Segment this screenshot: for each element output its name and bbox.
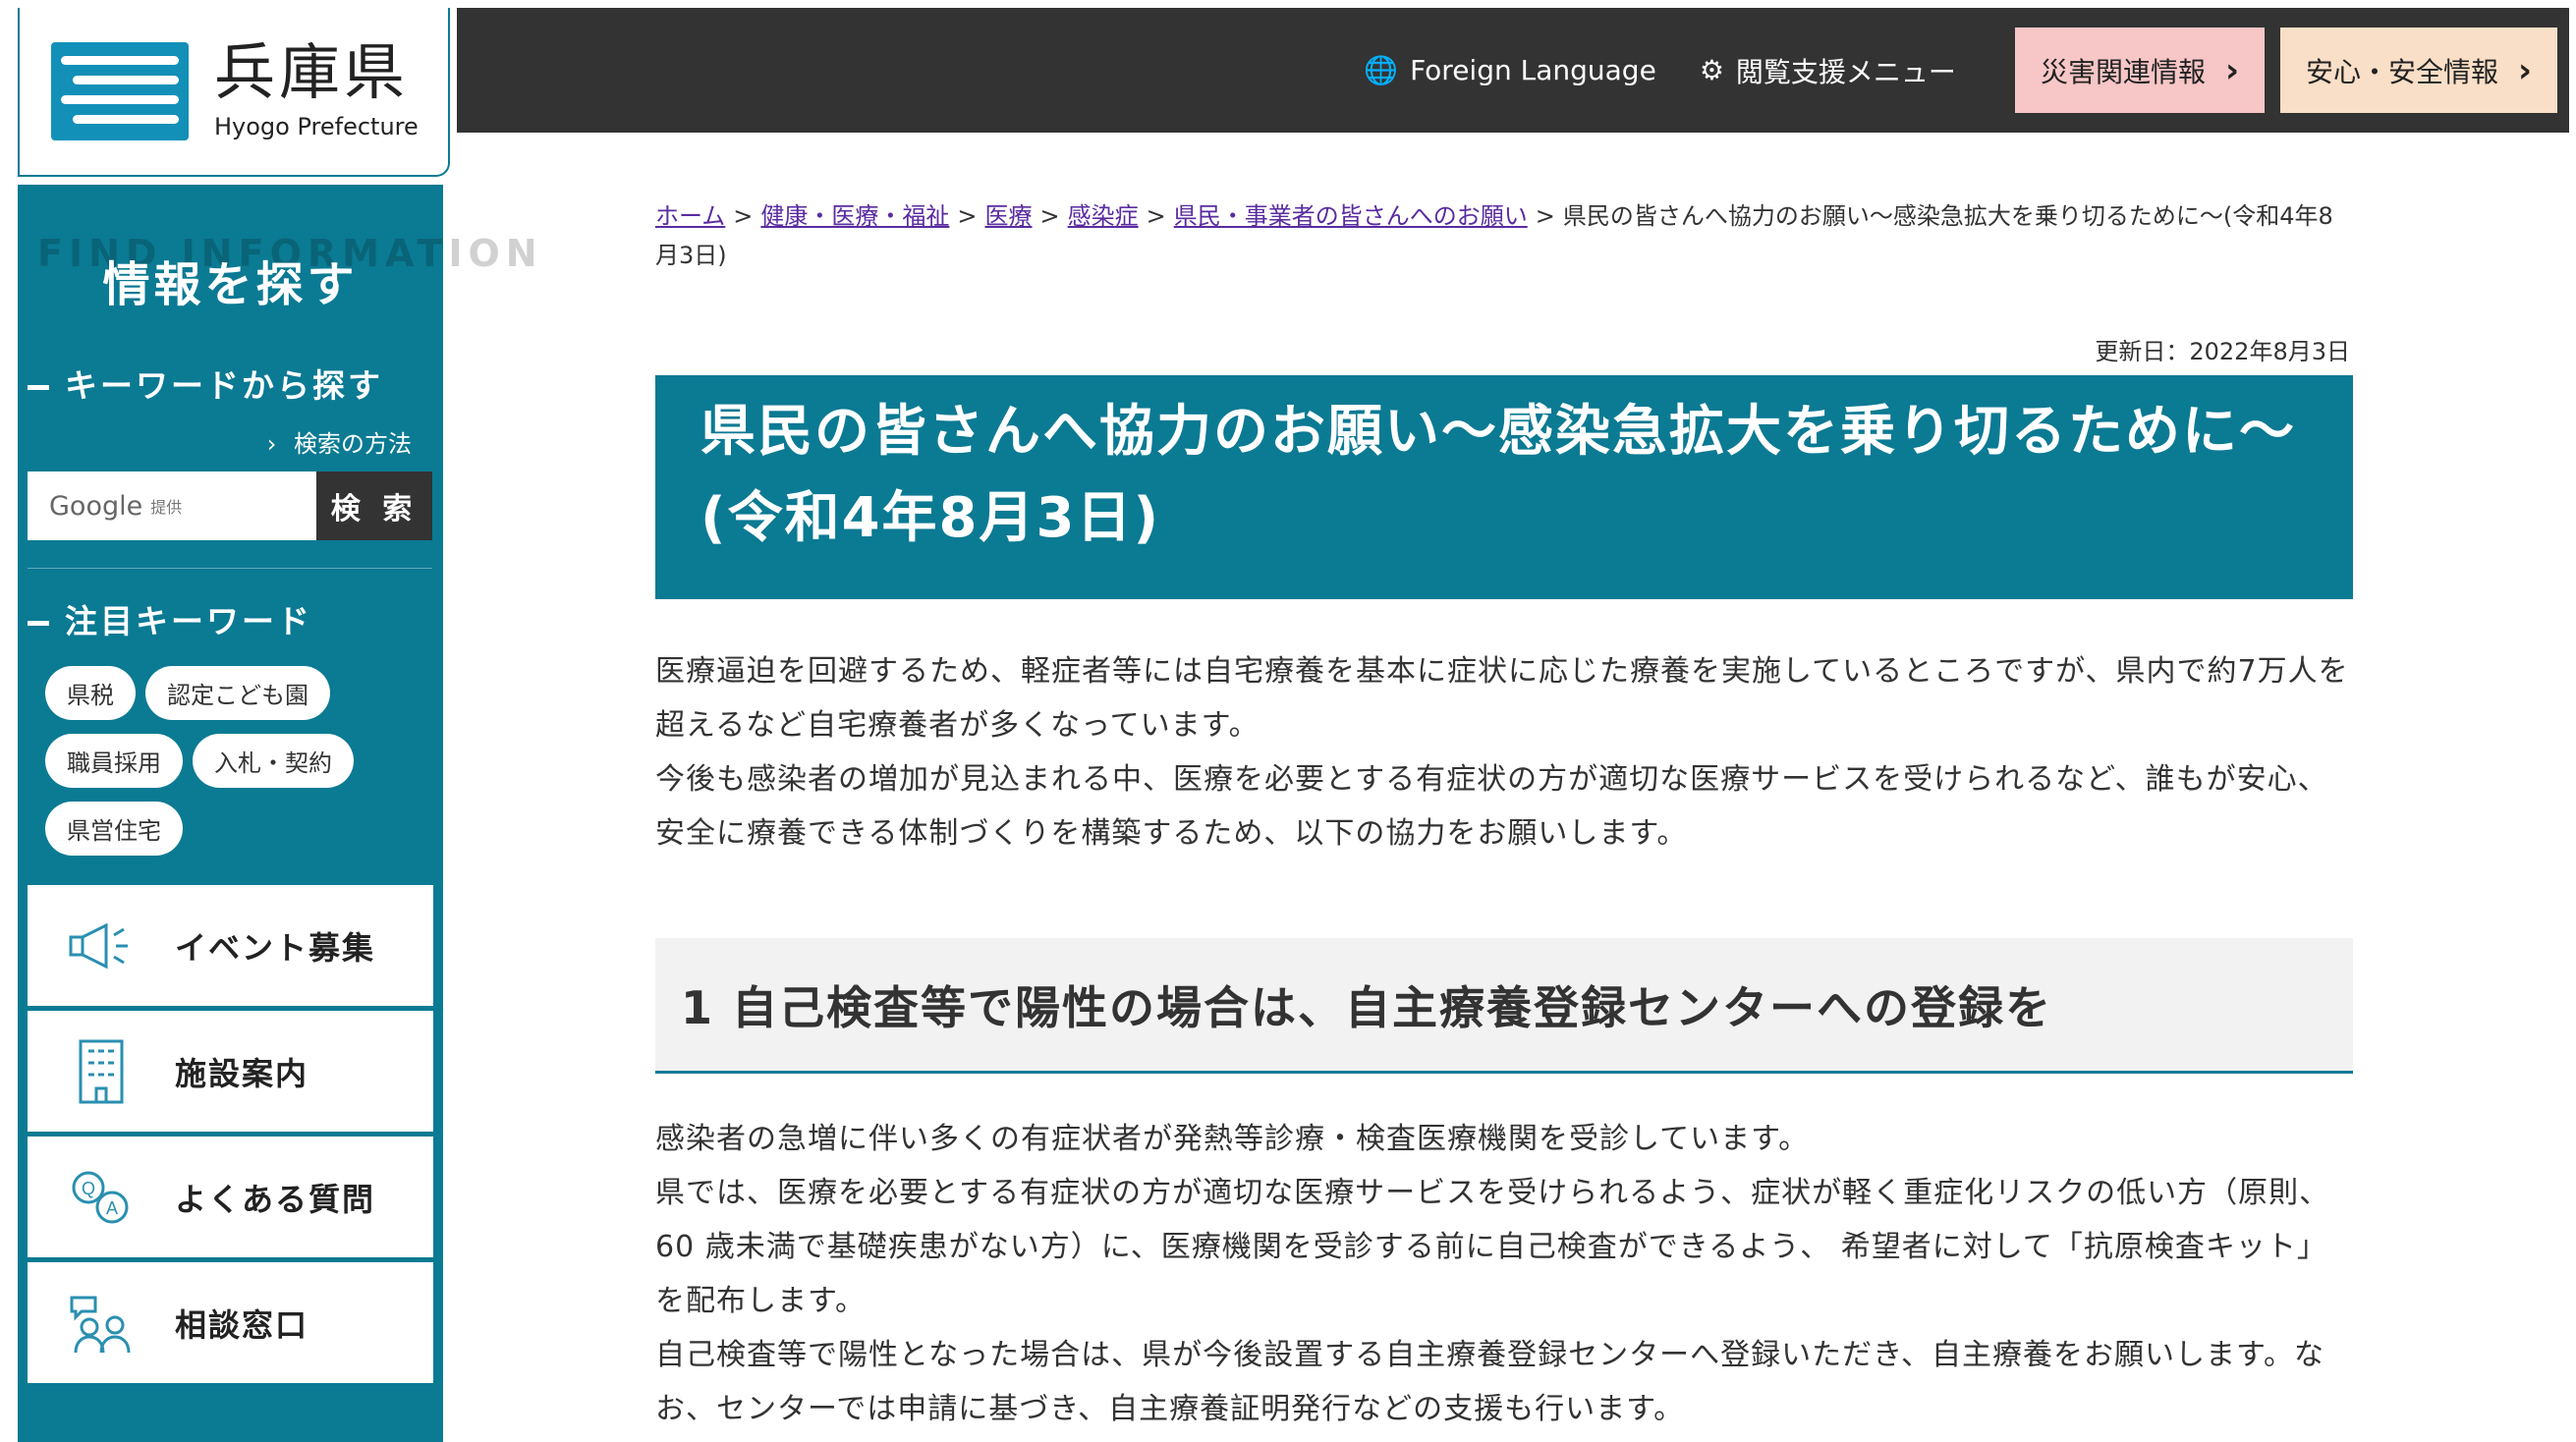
sidebar: FIND INFORMATION 情報を探す キーワードから探す › 検索の方法…: [18, 185, 537, 1442]
assist-menu-label: 閲覧支援メニュー: [1735, 55, 1956, 88]
divider: [28, 568, 432, 569]
foreign-language-label: Foreign Language: [1410, 54, 1656, 86]
menu-facility-guide[interactable]: 施設案内: [28, 1011, 433, 1132]
disaster-info-button[interactable]: 災害関連情報 ›: [2014, 28, 2265, 113]
find-information-title: 情報を探す: [102, 257, 359, 312]
top-bar: 🌐 Foreign Language ⚙ 閲覧支援メニュー 災害関連情報 › 安…: [457, 8, 2569, 133]
menu-label: よくある質問: [175, 1180, 376, 1218]
assist-menu-link[interactable]: ⚙ 閲覧支援メニュー: [1700, 51, 1956, 90]
section1-paragraph-1: 感染者の急増に伴い多くの有症状者が発熱等診療・検査医療機関を受診しています。: [655, 1122, 1810, 1156]
search-howto-link[interactable]: › 検索の方法: [267, 424, 412, 459]
menu-event-recruitment[interactable]: イベント募集: [28, 885, 433, 1006]
globe-icon: 🌐: [1364, 54, 1399, 86]
keyword-tag[interactable]: 入札・契約: [193, 734, 354, 788]
menu-consultation[interactable]: 相談窓口: [28, 1262, 433, 1383]
menu-label: イベント募集: [175, 928, 376, 967]
consultation-icon: [28, 1292, 175, 1355]
featured-keywords-title: 注目キーワード: [28, 595, 312, 642]
breadcrumb: ホーム > 健康・医療・福祉 > 医療 > 感染症 > 県民・事業者の皆さんへのお願い > 県民の皆…: [655, 202, 2333, 269]
foreign-language-link[interactable]: 🌐 Foreign Language: [1364, 54, 1656, 86]
chevron-right-icon: ›: [266, 430, 277, 458]
section1-paragraph-2: 県では、医療を必要とする有症状の方が適切な医療サービスを受けられるよう、症状が軽…: [655, 1176, 2330, 1318]
megaphone-icon: [28, 921, 175, 971]
page-title: 県民の皆さんへ協力のお願い〜感染急拡大を乗り切るために〜(令和4年8月3日): [655, 375, 2353, 599]
section1-paragraph-3: 自己検査等で陽性となった場合は、県が今後設置する自主療養登録センターへ登録いただ…: [655, 1338, 2324, 1426]
breadcrumb-link[interactable]: 感染症: [1068, 202, 1139, 230]
chevron-right-icon: ›: [2224, 50, 2239, 90]
qa-icon: Q A: [28, 1168, 175, 1227]
menu-label: 相談窓口: [175, 1305, 309, 1344]
top-navigation: 🌐 Foreign Language ⚙ 閲覧支援メニュー 災害関連情報 › 安…: [1364, 28, 2557, 113]
logo-text: 兵庫県 Hyogo Prefecture: [214, 36, 419, 141]
breadcrumb-link[interactable]: 医療: [985, 202, 1033, 230]
svg-text:A: A: [106, 1198, 118, 1218]
logo-name-ja: 兵庫県: [214, 36, 410, 108]
search-form: Google 提供 検 索: [28, 471, 432, 540]
menu-faq[interactable]: Q A よくある質問: [28, 1137, 433, 1257]
search-input[interactable]: Google 提供: [28, 471, 316, 540]
search-button[interactable]: 検 索: [316, 471, 432, 540]
breadcrumb-link[interactable]: 健康・医療・福祉: [760, 202, 949, 230]
chevron-right-icon: ›: [2517, 50, 2532, 90]
keyword-search-title: キーワードから探す: [28, 360, 383, 407]
gear-icon: ⚙: [1699, 54, 1724, 86]
svg-text:Q: Q: [82, 1179, 95, 1198]
safety-info-label: 安心・安全情報: [2305, 55, 2498, 88]
menu-label: 施設案内: [175, 1054, 309, 1092]
safety-info-button[interactable]: 安心・安全情報 ›: [2279, 28, 2557, 113]
updated-date: 更新日：2022年8月3日: [2095, 338, 2350, 365]
intro-paragraph-2: 今後も感染者の増加が見込まれる中、医療を必要とする有症状の方が適切な医療サービス…: [655, 762, 2328, 851]
breadcrumb-link[interactable]: 県民・事業者の皆さんへのお願い: [1174, 202, 1528, 230]
breadcrumb-link[interactable]: ホーム: [655, 202, 725, 230]
section-heading-1: 1 自己検査等で陽性の場合は、自主療養登録センターへの登録を: [655, 938, 2353, 1074]
logo-name-en: Hyogo Prefecture: [214, 113, 419, 140]
disaster-info-label: 災害関連情報: [2040, 55, 2206, 88]
prefecture-emblem-icon: [51, 42, 189, 140]
keyword-tag[interactable]: 県税: [45, 666, 136, 720]
site-logo[interactable]: 兵庫県 Hyogo Prefecture: [18, 8, 450, 177]
building-icon: [28, 1037, 175, 1106]
featured-keywords: 県税 認定こども園 職員採用 入札・契約 県営住宅: [45, 666, 419, 869]
keyword-tag[interactable]: 県営住宅: [45, 802, 183, 856]
keyword-tag[interactable]: 職員採用: [45, 734, 183, 788]
keyword-tag[interactable]: 認定こども園: [145, 666, 330, 720]
intro-paragraph-1: 医療逼迫を回避するため、軽症者等には自宅療養を基本に症状に応じた療養を実施してい…: [655, 654, 2349, 743]
